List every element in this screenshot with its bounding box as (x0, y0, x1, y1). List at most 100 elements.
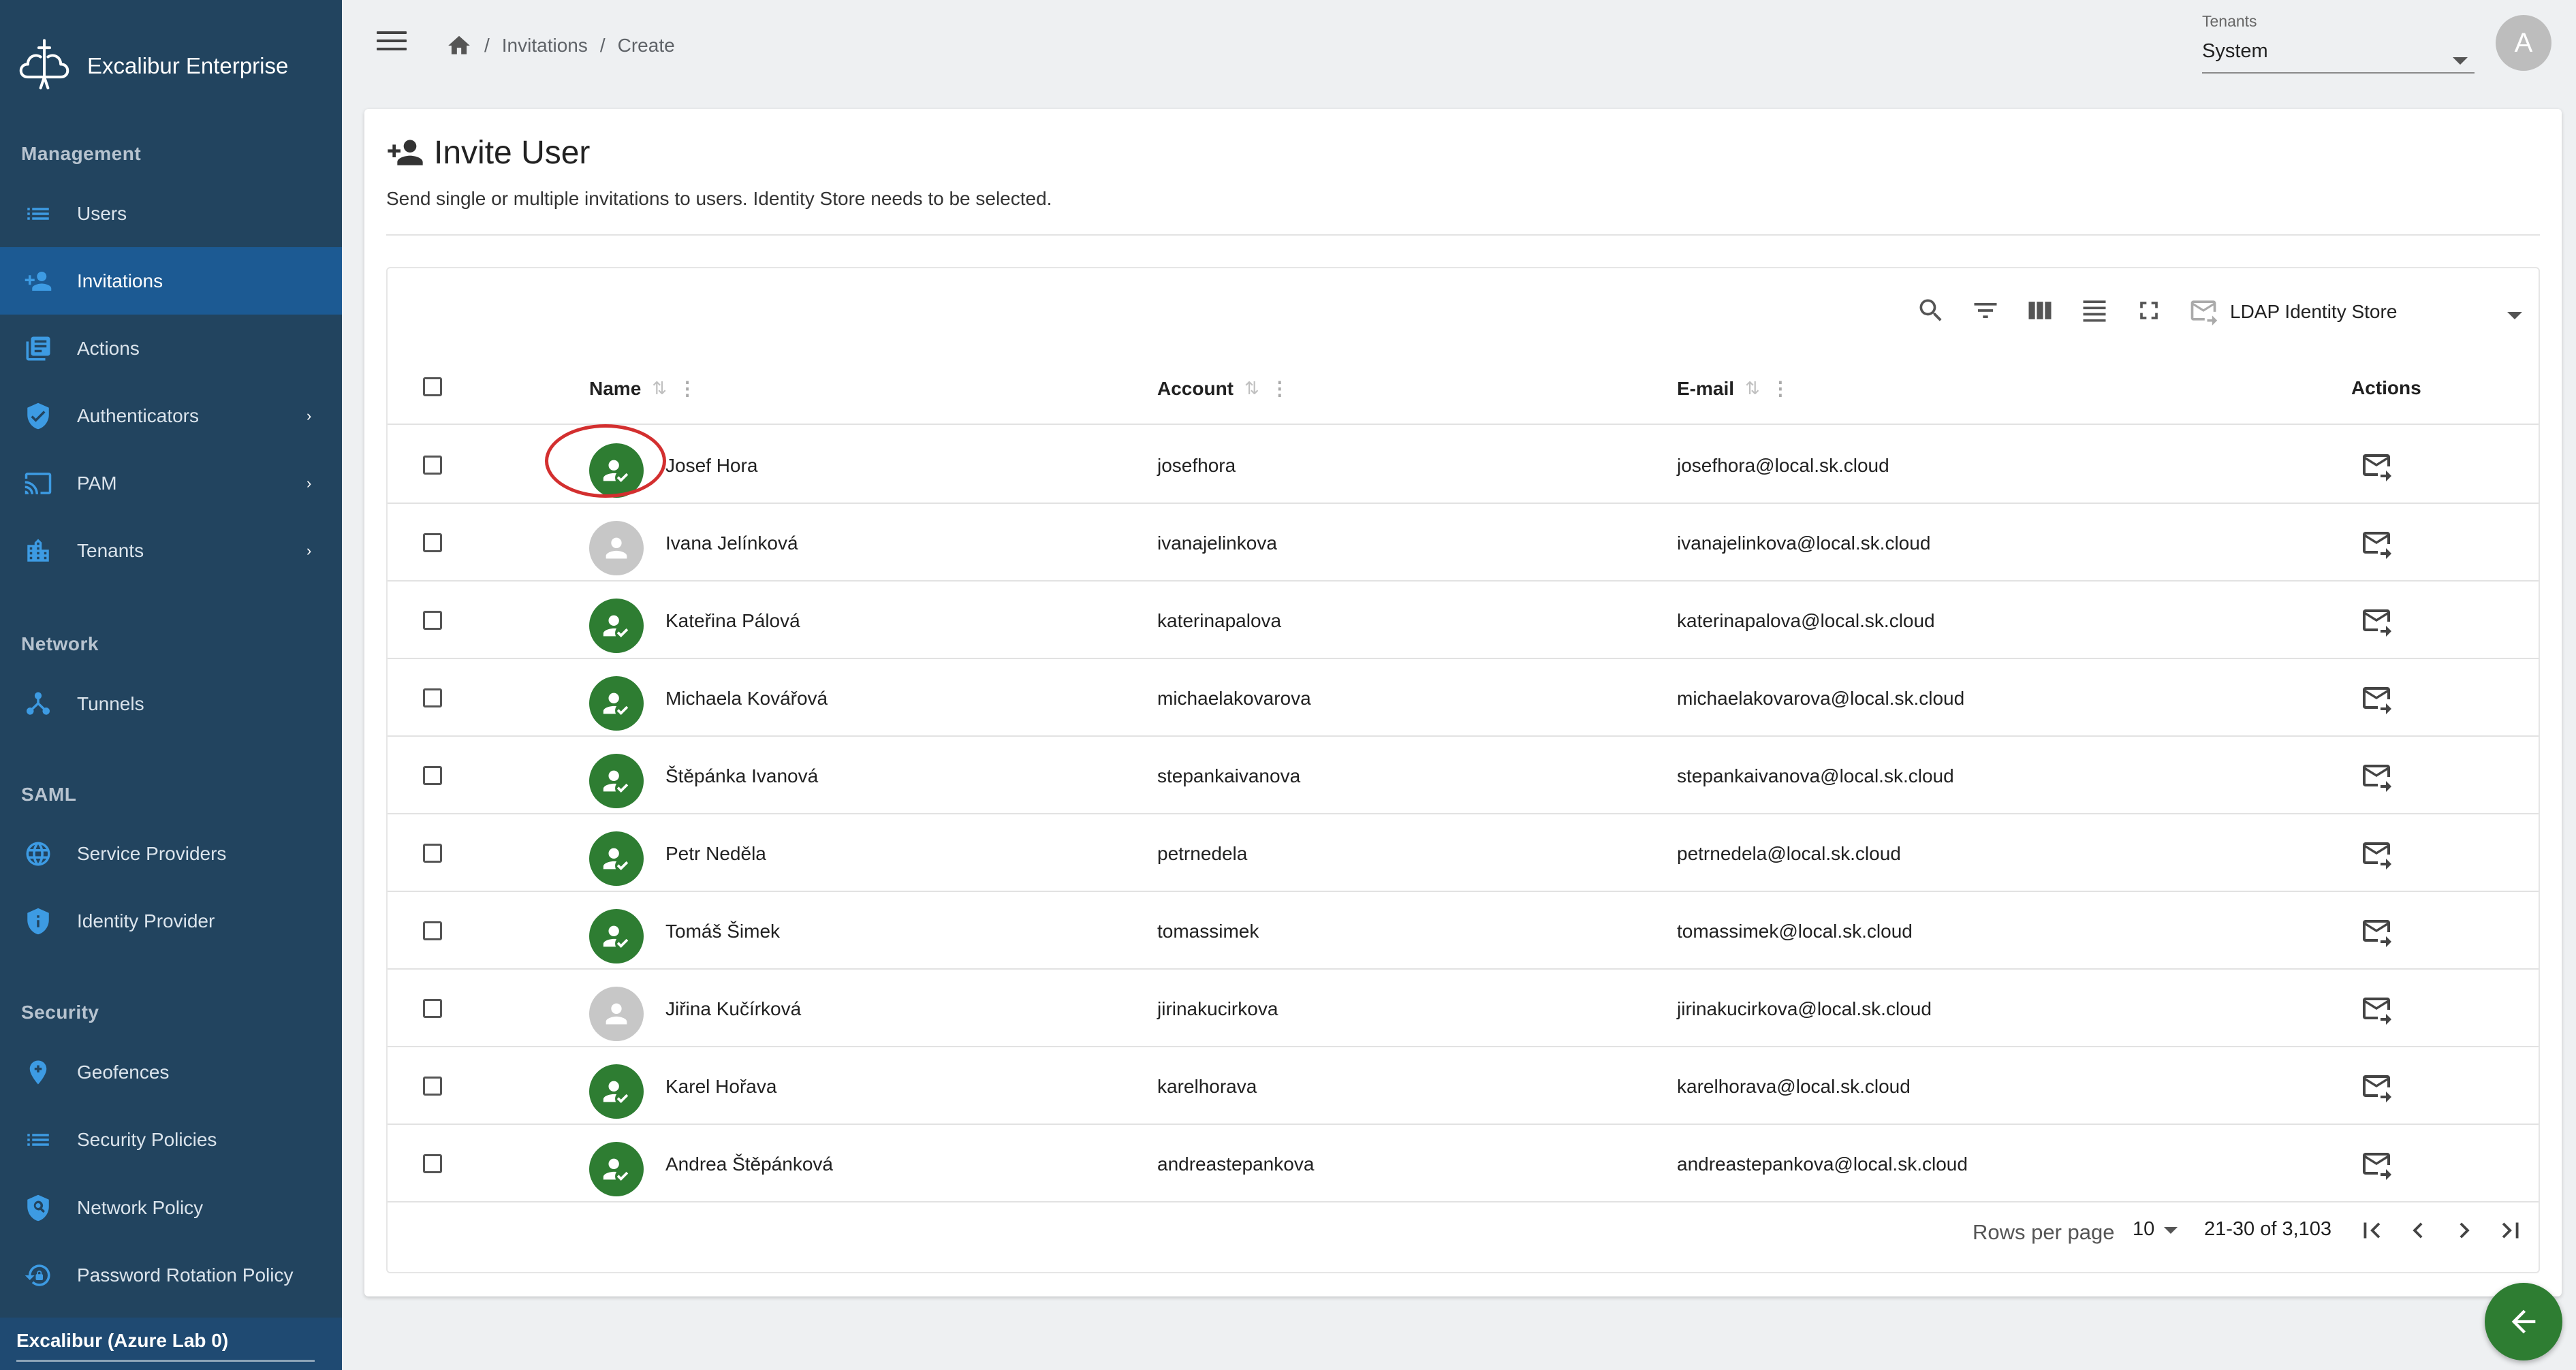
sidebar-item-actions[interactable]: Actions (0, 315, 342, 382)
identity-store-select[interactable]: LDAP Identity Store (2230, 301, 2397, 323)
excalibur-logo-icon (19, 39, 69, 90)
list-icon (23, 1125, 53, 1155)
arrow-back-icon (2511, 1309, 2536, 1334)
next-page-icon[interactable] (2449, 1215, 2481, 1247)
sidebar-item-network-policy[interactable]: Network Policy (0, 1174, 342, 1241)
breadcrumb-invitations[interactable]: Invitations (502, 35, 588, 57)
select-all-checkbox[interactable] (423, 377, 442, 396)
building-icon (23, 536, 53, 566)
column-menu-icon[interactable]: ⋮ (678, 377, 697, 400)
row-checkbox[interactable] (423, 844, 442, 863)
sidebar-item-service-providers[interactable]: Service Providers (0, 820, 342, 887)
table-row[interactable]: Štěpánka Ivanová stepankaivanova stepankai… (388, 737, 2539, 814)
table-row[interactable]: Kateřina Pálová katerinapalova katerinapal… (388, 582, 2539, 659)
user-account: petrnedela (1157, 843, 1248, 864)
sidebar-item-pam[interactable]: PAM › (0, 449, 342, 517)
table-row[interactable]: Josef Hora josefhora josefhora@local.sk.cl… (388, 426, 2539, 504)
send-invite-icon[interactable] (2360, 526, 2393, 559)
page-subtitle: Send single or multiple invitations to u… (386, 188, 1052, 209)
column-menu-icon[interactable]: ⋮ (1771, 377, 1790, 400)
send-invite-icon[interactable] (2360, 682, 2393, 714)
column-account[interactable]: Account ⇅ ⋮ (1157, 377, 1289, 400)
table-row[interactable]: Karel Hořava karelhorava karelhorava@local… (388, 1047, 2539, 1125)
hub-icon (23, 689, 53, 719)
chevron-down-icon[interactable] (2164, 1227, 2178, 1234)
invite-card: Invite User Send single or multiple invi… (364, 109, 2562, 1296)
row-checkbox[interactable] (423, 611, 442, 630)
sidebar-item-tenants[interactable]: Tenants › (0, 517, 342, 584)
table-row[interactable]: Michaela Kovářová michaelakovarova michael… (388, 659, 2539, 737)
sidebar-item-security-policies[interactable]: Security Policies (0, 1106, 342, 1173)
user-email: josefhora@local.sk.cloud (1677, 455, 1889, 476)
sort-icon[interactable]: ⇅ (652, 378, 667, 399)
user-name: Michaela Kovářová (665, 688, 828, 709)
sidebar-item-authenticators[interactable]: Authenticators › (0, 382, 342, 449)
table-row[interactable]: Tomáš Šimek tomassimek tomassimek@local.sk… (388, 892, 2539, 970)
user-account: andreastepankova (1157, 1153, 1315, 1175)
previous-page-icon[interactable] (2402, 1215, 2435, 1247)
send-invite-icon[interactable] (2360, 992, 2393, 1025)
chevron-right-icon: › (307, 407, 312, 424)
row-checkbox[interactable] (423, 766, 442, 785)
column-email[interactable]: E-mail ⇅ ⋮ (1677, 377, 1790, 400)
user-name: Štěpánka Ivanová (665, 765, 819, 786)
user-name: Kateřina Pálová (665, 610, 800, 631)
search-icon[interactable] (1916, 296, 1949, 328)
lock-reset-icon (23, 1260, 53, 1290)
send-invite-icon[interactable] (2360, 1147, 2393, 1180)
columns-icon[interactable] (2025, 296, 2058, 328)
sidebar-item-password-rotation-policy[interactable]: Password Rotation Policy (0, 1241, 342, 1309)
sort-icon[interactable]: ⇅ (1745, 378, 1760, 399)
footer-divider (16, 1360, 315, 1362)
row-checkbox[interactable] (423, 456, 442, 475)
row-checkbox[interactable] (423, 999, 442, 1018)
send-invite-icon[interactable] (2360, 914, 2393, 947)
row-checkbox[interactable] (423, 921, 442, 940)
chevron-down-icon[interactable] (2507, 312, 2522, 319)
column-name[interactable]: Name ⇅ ⋮ (589, 377, 697, 400)
send-invite-icon[interactable] (2360, 1070, 2393, 1102)
density-icon[interactable] (2079, 296, 2112, 328)
send-invite-icon[interactable] (2360, 604, 2393, 637)
row-checkbox[interactable] (423, 688, 442, 707)
table-row[interactable]: Ivana Jelínková ivanajelinkova ivanajelink… (388, 504, 2539, 582)
sort-icon[interactable]: ⇅ (1244, 378, 1259, 399)
back-button[interactable] (2485, 1283, 2562, 1360)
table-row[interactable]: Petr Neděla petrnedela petrnedela@local.sk… (388, 814, 2539, 892)
brand[interactable]: Excalibur Enterprise (15, 35, 288, 97)
row-checkbox[interactable] (423, 533, 442, 552)
sidebar-item-invitations[interactable]: Invitations (0, 247, 342, 315)
fullscreen-icon[interactable] (2134, 296, 2167, 328)
tenant-footer[interactable]: Excalibur (Azure Lab 0) (0, 1318, 342, 1370)
invite-all-icon[interactable] (2188, 296, 2221, 328)
column-menu-icon[interactable]: ⋮ (1270, 377, 1289, 400)
section-management: Management (21, 143, 142, 164)
user-account: stepankaivanova (1157, 765, 1301, 786)
sidebar-item-identity-provider[interactable]: Identity Provider (0, 887, 342, 955)
row-checkbox[interactable] (423, 1077, 442, 1096)
sidebar-item-users[interactable]: Users (0, 180, 342, 247)
sidebar-item-label: Users (77, 202, 127, 224)
table-row[interactable]: Jiřina Kučírková jirinakucirkova jirinakuc… (388, 970, 2539, 1047)
first-page-icon[interactable] (2356, 1215, 2389, 1247)
menu-button[interactable] (377, 31, 407, 56)
last-page-icon[interactable] (2495, 1215, 2528, 1247)
sidebar: Excalibur Enterprise Management Users Invi… (0, 0, 342, 1370)
user-account: karelhorava (1157, 1076, 1257, 1097)
sidebar-item-tunnels[interactable]: Tunnels (0, 670, 342, 737)
filter-icon[interactable] (1970, 296, 2003, 328)
shield-info-icon (23, 906, 53, 936)
send-invite-icon[interactable] (2360, 759, 2393, 792)
user-name: Andrea Štěpánková (665, 1153, 833, 1175)
send-invite-icon[interactable] (2360, 837, 2393, 870)
sidebar-item-geofences[interactable]: Geofences (0, 1038, 342, 1106)
send-invite-icon[interactable] (2360, 449, 2393, 481)
sidebar-item-label: Password Rotation Policy (77, 1264, 294, 1286)
tenant-select[interactable]: Tenants System (2202, 12, 2475, 74)
rows-per-page-select[interactable]: 10 (2133, 1218, 2154, 1241)
tenant-label: Tenants (2202, 12, 2257, 30)
home-icon[interactable] (446, 33, 472, 59)
row-checkbox[interactable] (423, 1154, 442, 1173)
sidebar-item-label: Security Policies (77, 1128, 217, 1150)
user-avatar[interactable]: A (2496, 15, 2551, 71)
